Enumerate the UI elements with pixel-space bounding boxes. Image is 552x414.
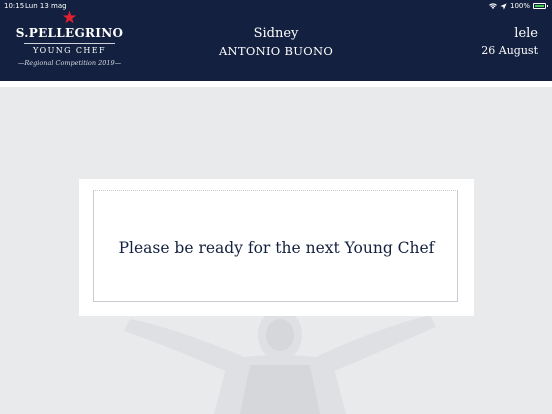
header-divider [0, 81, 552, 87]
session-info: Sidney ANTONIO BUONO [176, 26, 376, 59]
user-name: lele [514, 26, 538, 41]
app-header: 10:15 Lun 13 mag 100% S.PELLEGRINO YOUNG… [0, 0, 552, 81]
location-arrow-icon [500, 2, 507, 10]
star-icon [62, 10, 77, 24]
logo-brand: S.PELLEGRINO [15, 26, 124, 40]
logo-subtitle: YOUNG CHEF [32, 46, 106, 55]
status-date: Lun 13 mag [25, 2, 67, 10]
chef-name: ANTONIO BUONO [218, 44, 334, 58]
logo-competition-text: Regional Competition 2019 [24, 59, 115, 67]
status-indicators: 100% [489, 2, 548, 10]
city-label: Sidney [253, 26, 299, 41]
logo-divider [24, 43, 115, 44]
waiting-message: Please be ready for the next Young Chef [118, 239, 435, 257]
status-time: 10:15 [4, 2, 25, 10]
message-card-frame: Please be ready for the next Young Chef [93, 190, 458, 302]
message-card: Please be ready for the next Young Chef [79, 179, 474, 316]
user-info: lele 26 August [418, 26, 538, 59]
wifi-icon [489, 2, 497, 9]
logo-competition: —Regional Competition 2019— [17, 59, 122, 67]
battery-icon [533, 3, 548, 9]
battery-percent: 100% [509, 2, 530, 10]
event-date: 26 August [481, 44, 538, 57]
chef-silhouette-image [124, 309, 436, 414]
brand-logo: S.PELLEGRINO YOUNG CHEF —Regional Compet… [12, 10, 127, 74]
